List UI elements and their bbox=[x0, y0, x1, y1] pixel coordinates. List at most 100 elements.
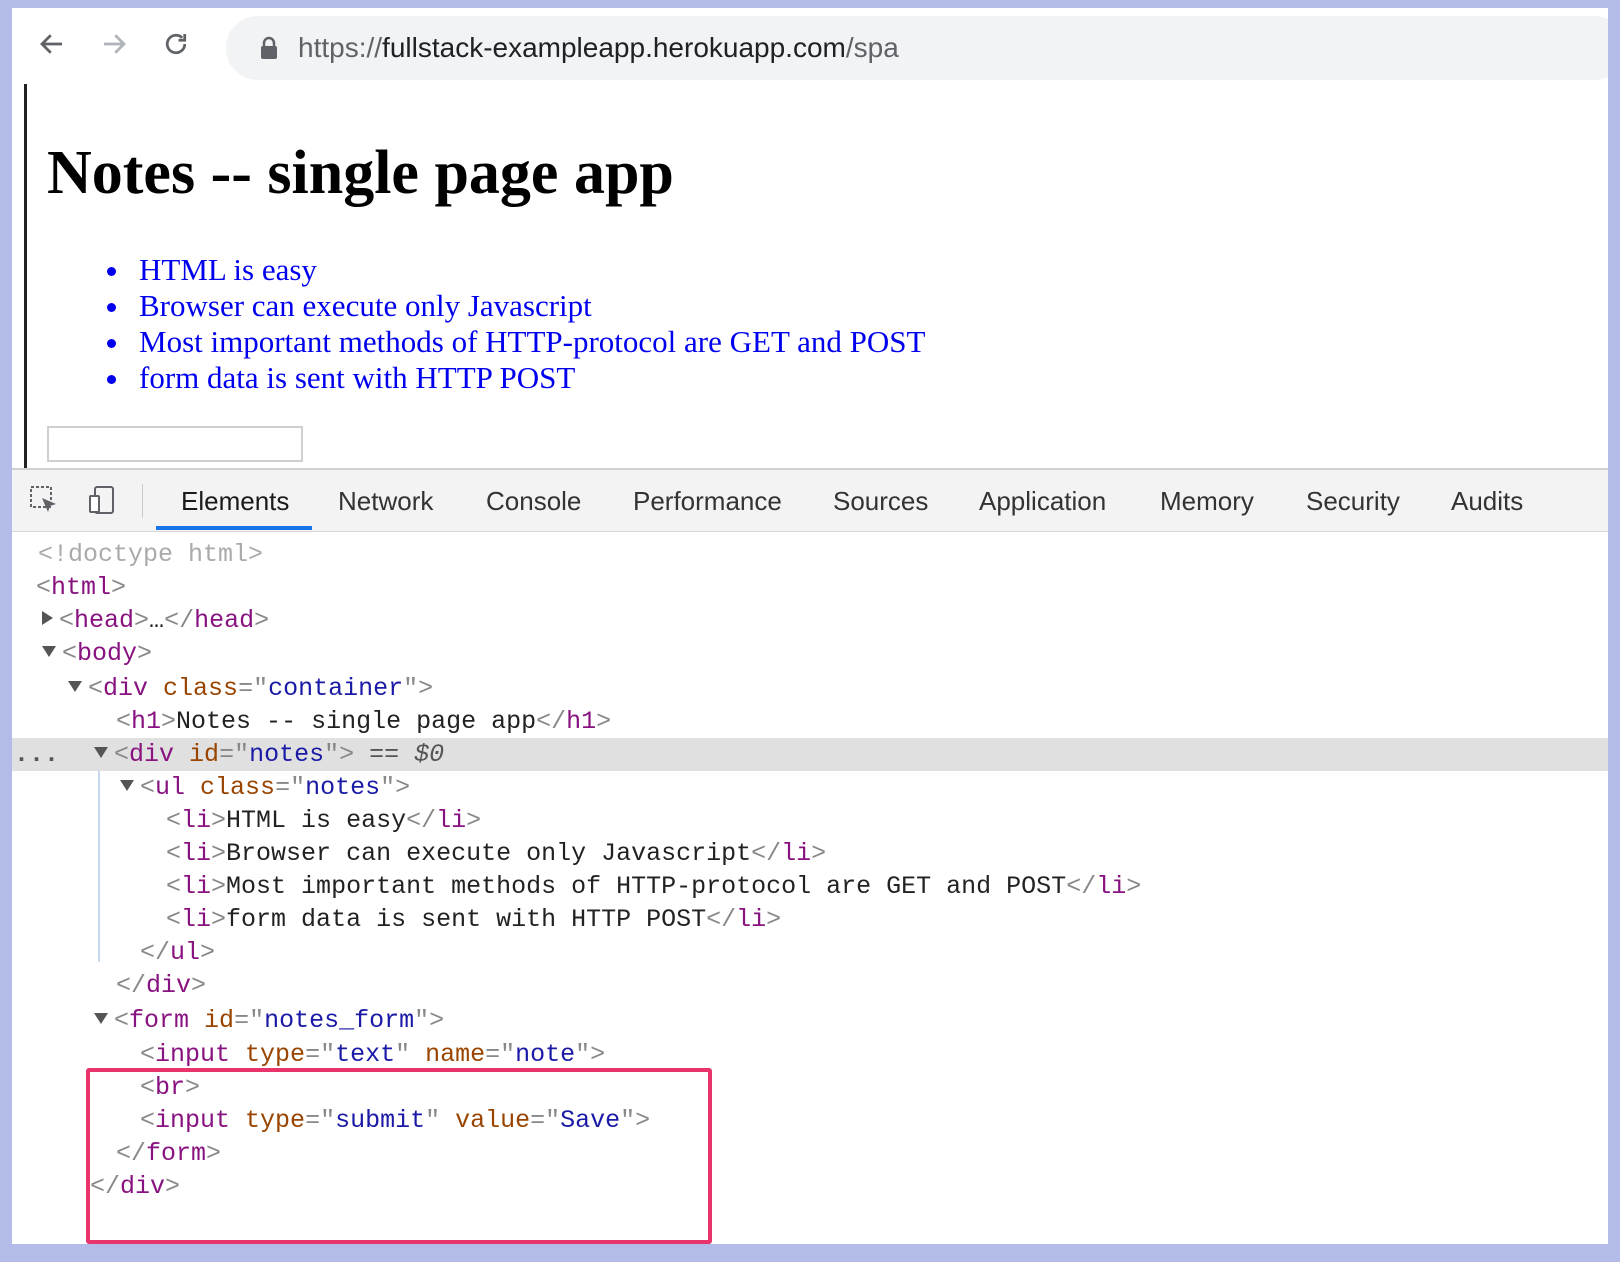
attr-value-note: note bbox=[515, 1040, 576, 1069]
tab-security[interactable]: Security bbox=[1306, 470, 1400, 532]
note-item: Most important methods of HTTP-protocol … bbox=[107, 324, 925, 360]
dom-form-line[interactable]: <form id="notes_form"> bbox=[12, 1004, 1608, 1037]
attr-value-notes: notes bbox=[249, 740, 325, 769]
tag-div: div bbox=[103, 674, 149, 703]
li-text: Browser can execute only Javascript bbox=[226, 839, 752, 868]
tag-html: html bbox=[51, 573, 112, 602]
url-text: https://fullstack-exampleapp.herokuapp.c… bbox=[298, 30, 899, 66]
dom-ul-close-line[interactable]: </ul> bbox=[12, 936, 1608, 969]
url-scheme: https:// bbox=[298, 32, 383, 63]
dom-html-line[interactable]: <html> bbox=[12, 571, 1608, 604]
tab-network[interactable]: Network bbox=[338, 470, 433, 532]
device-toolbar-icon[interactable] bbox=[84, 482, 120, 518]
back-button[interactable] bbox=[32, 24, 72, 64]
note-item: form data is sent with HTTP POST bbox=[107, 360, 925, 396]
tag-ul: ul bbox=[155, 773, 186, 802]
tab-sources[interactable]: Sources bbox=[833, 470, 928, 532]
attr-id: id bbox=[204, 1006, 235, 1035]
tag-div: div bbox=[129, 740, 175, 769]
tag-input: input bbox=[155, 1040, 231, 1069]
tab-console[interactable]: Console bbox=[486, 470, 581, 532]
tag-form: form bbox=[129, 1006, 190, 1035]
active-tab-indicator bbox=[156, 526, 312, 530]
note-item: Browser can execute only Javascript bbox=[107, 288, 925, 324]
dom-body-line[interactable]: <body> bbox=[12, 637, 1608, 670]
dom-div-close-line[interactable]: </div> bbox=[12, 969, 1608, 1002]
notes-list: HTML is easy Browser can execute only Ja… bbox=[107, 252, 925, 396]
selected-var: $0 bbox=[414, 740, 445, 769]
collapse-triangle-icon[interactable] bbox=[94, 1012, 108, 1024]
attr-value-text: text bbox=[335, 1040, 396, 1069]
collapse-triangle-icon[interactable] bbox=[94, 746, 108, 758]
dom-li-line[interactable]: <li>HTML is easy</li> bbox=[12, 804, 1608, 837]
reload-icon bbox=[165, 33, 187, 55]
tag-h1-close: h1 bbox=[566, 707, 597, 736]
url-path: /spa bbox=[845, 32, 899, 63]
li-text: HTML is easy bbox=[226, 806, 407, 835]
attr-class: class bbox=[163, 674, 239, 703]
lock-icon bbox=[261, 36, 277, 59]
note-item: HTML is easy bbox=[107, 252, 925, 288]
attr-class: class bbox=[200, 773, 276, 802]
tag-li: li bbox=[181, 872, 212, 901]
collapse-triangle-icon[interactable] bbox=[42, 645, 56, 657]
toolbar-divider bbox=[142, 484, 143, 518]
tab-elements[interactable]: Elements bbox=[181, 470, 289, 532]
dom-container-line[interactable]: <div class="container"> bbox=[12, 672, 1608, 705]
arrow-right-icon bbox=[104, 34, 126, 54]
li-text: form data is sent with HTTP POST bbox=[226, 905, 707, 934]
doctype-text: <!doctype html> bbox=[38, 540, 264, 569]
attr-name: name bbox=[425, 1040, 486, 1069]
selected-marker: == bbox=[354, 740, 415, 769]
tab-memory[interactable]: Memory bbox=[1160, 470, 1254, 532]
tag-h1: h1 bbox=[131, 707, 162, 736]
dom-li-line[interactable]: <li>Browser can execute only Javascript<… bbox=[12, 837, 1608, 870]
dom-doctype-line[interactable]: <!doctype html> bbox=[12, 538, 1608, 571]
tag-li: li bbox=[181, 806, 212, 835]
attr-value-notes-form: notes_form bbox=[264, 1006, 415, 1035]
attr-type: type bbox=[245, 1040, 306, 1069]
dom-li-line[interactable]: <li>form data is sent with HTTP POST</li… bbox=[12, 903, 1608, 936]
attr-id: id bbox=[189, 740, 220, 769]
page-title: Notes -- single page app bbox=[47, 139, 674, 207]
dom-input-text-line[interactable]: <input type="text" name="note"> bbox=[12, 1038, 1608, 1071]
li-text: Most important methods of HTTP-protocol … bbox=[226, 872, 1067, 901]
dom-ul-line[interactable]: <ul class="notes"> bbox=[12, 771, 1608, 804]
browser-toolbar: https://fullstack-exampleapp.herokuapp.c… bbox=[12, 8, 1608, 84]
tag-li-close: li bbox=[436, 806, 467, 835]
browser-window: https://fullstack-exampleapp.herokuapp.c… bbox=[12, 8, 1608, 1244]
note-input[interactable] bbox=[47, 426, 303, 462]
address-bar[interactable]: https://fullstack-exampleapp.herokuapp.c… bbox=[226, 16, 1608, 80]
head-ellipsis: … bbox=[149, 606, 165, 635]
h1-text: Notes -- single page app bbox=[176, 707, 537, 736]
tag-li-close: li bbox=[736, 905, 767, 934]
row-ellipsis[interactable]: ... bbox=[14, 738, 59, 771]
collapse-triangle-icon[interactable] bbox=[120, 779, 134, 791]
dom-notes-div-line-selected[interactable]: ... <div id="notes"> == $0 bbox=[12, 738, 1608, 771]
tag-li: li bbox=[181, 905, 212, 934]
url-host: fullstack-exampleapp.herokuapp.com bbox=[382, 32, 846, 63]
forward-button[interactable] bbox=[94, 24, 134, 64]
attr-value-container: container bbox=[268, 674, 404, 703]
page-viewport: Notes -- single page app HTML is easy Br… bbox=[24, 84, 1608, 484]
reload-button[interactable] bbox=[156, 24, 196, 64]
collapse-triangle-icon[interactable] bbox=[68, 680, 82, 692]
tag-head-close: head bbox=[194, 606, 255, 635]
arrow-left-icon bbox=[40, 34, 62, 54]
tab-application[interactable]: Application bbox=[979, 470, 1106, 532]
tag-head: head bbox=[74, 606, 135, 635]
tag-li: li bbox=[181, 839, 212, 868]
tag-li-close: li bbox=[781, 839, 812, 868]
inspect-element-icon[interactable] bbox=[26, 482, 62, 518]
tab-performance[interactable]: Performance bbox=[633, 470, 782, 532]
form-highlight-box bbox=[86, 1068, 712, 1244]
tag-ul-close: ul bbox=[170, 938, 201, 967]
dom-h1-line[interactable]: <h1>Notes -- single page app</h1> bbox=[12, 705, 1608, 738]
tab-audits[interactable]: Audits bbox=[1451, 470, 1523, 532]
attr-value-notes-class: notes bbox=[305, 773, 381, 802]
expand-triangle-icon[interactable] bbox=[42, 611, 53, 626]
dom-li-line[interactable]: <li>Most important methods of HTTP-proto… bbox=[12, 870, 1608, 903]
dom-tree: <!doctype html> <html> <head>…</head> <b… bbox=[12, 532, 1608, 1244]
devtools-panel: Elements Network Console Performance Sou… bbox=[12, 468, 1608, 1244]
dom-head-line[interactable]: <head>…</head> bbox=[12, 604, 1608, 637]
